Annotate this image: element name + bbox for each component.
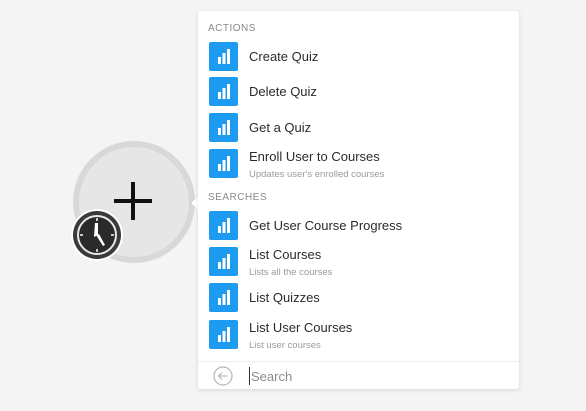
search-input[interactable] (249, 367, 501, 385)
bar-chart-icon (209, 42, 238, 71)
bar-chart-icon (209, 211, 238, 240)
item-title: Get User Course Progress (249, 218, 403, 233)
item-title: Delete Quiz (249, 84, 317, 99)
item-subtitle: Lists all the courses (249, 267, 333, 278)
list-item-enroll-user-to-courses[interactable]: Enroll User to Courses Updates user's en… (198, 147, 519, 181)
bar-chart-icon (209, 77, 238, 106)
list-item-create-quiz[interactable]: Create Quiz (198, 40, 519, 74)
list-item-list-courses[interactable]: List Courses Lists all the courses (198, 245, 519, 279)
scenario-canvas: ACTIONS Create Quiz Delete Quiz Get a Qu… (0, 0, 586, 411)
section-label-searches: SEARCHES (208, 192, 268, 203)
search-bar (198, 361, 519, 389)
item-title: Create Quiz (249, 49, 319, 64)
list-item-list-user-courses[interactable]: List User Courses List user courses (198, 318, 519, 352)
list-item-delete-quiz[interactable]: Delete Quiz (198, 75, 519, 109)
item-title: Get a Quiz (249, 120, 312, 135)
bar-chart-icon (209, 320, 238, 349)
back-arrow-icon[interactable] (213, 366, 233, 386)
item-subtitle: List user courses (249, 340, 321, 351)
item-title: List Courses (249, 247, 322, 262)
bar-chart-icon (209, 247, 238, 276)
item-title: Enroll User to Courses (249, 149, 380, 164)
list-item-list-quizzes[interactable]: List Quizzes (198, 281, 519, 315)
item-subtitle: Updates user's enrolled courses (249, 169, 385, 180)
item-title: List User Courses (249, 320, 353, 335)
list-item-get-user-course-progress[interactable]: Get User Course Progress (198, 209, 519, 243)
list-item-get-a-quiz[interactable]: Get a Quiz (198, 111, 519, 145)
bar-chart-icon (209, 113, 238, 142)
module-picker-dropdown: ACTIONS Create Quiz Delete Quiz Get a Qu… (198, 11, 519, 389)
section-label-actions: ACTIONS (208, 23, 256, 34)
item-title: List Quizzes (249, 290, 320, 305)
bar-chart-icon (209, 149, 238, 178)
bar-chart-icon (209, 283, 238, 312)
clock-icon[interactable] (70, 208, 124, 262)
